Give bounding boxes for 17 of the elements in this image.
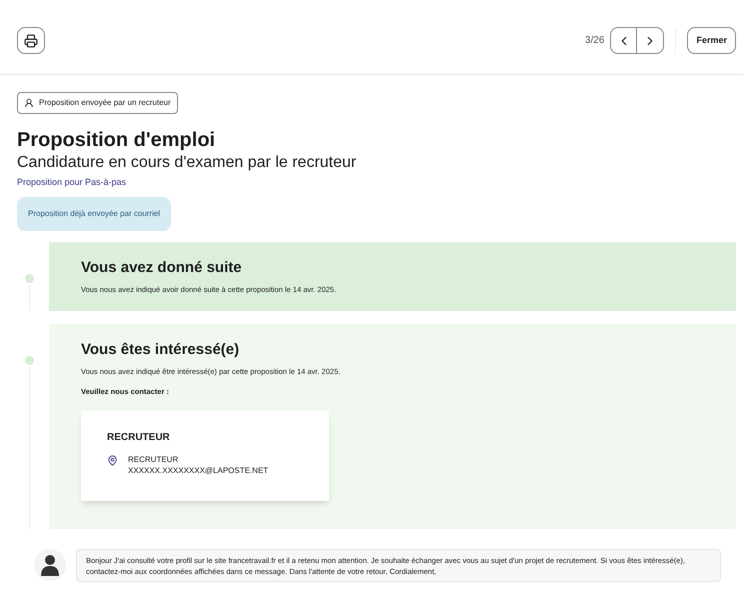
- print-button[interactable]: [17, 27, 45, 54]
- status-title: Vous êtes intéressé(e): [81, 340, 240, 360]
- tag-label: Proposition envoyée par un recruteur: [39, 97, 171, 109]
- print-icon: [24, 34, 38, 48]
- page-subtitle: Candidature en cours d'examen par le recruteur: [17, 153, 358, 173]
- location-pin-icon: [107, 454, 118, 466]
- contact-name: RECRUTEUR: [128, 454, 180, 465]
- pager-count: 3/26: [585, 34, 604, 48]
- status-title: Vous avez donné suite: [81, 258, 243, 278]
- page-title: Proposition d'emploi: [17, 128, 216, 153]
- person-icon: [24, 98, 34, 108]
- person-silhouette-icon: [41, 554, 59, 576]
- offer-link[interactable]: Proposition pour Pas-à-pas: [17, 173, 726, 191]
- info-badge: Proposition déjà envoyée par courriel: [17, 197, 172, 231]
- contact-heading: RECRUTEUR: [107, 430, 171, 445]
- close-button[interactable]: Fermer: [687, 27, 736, 54]
- contact-email: XXXXXX.XXXXXXXX@LAPOSTE.NET: [128, 464, 268, 476]
